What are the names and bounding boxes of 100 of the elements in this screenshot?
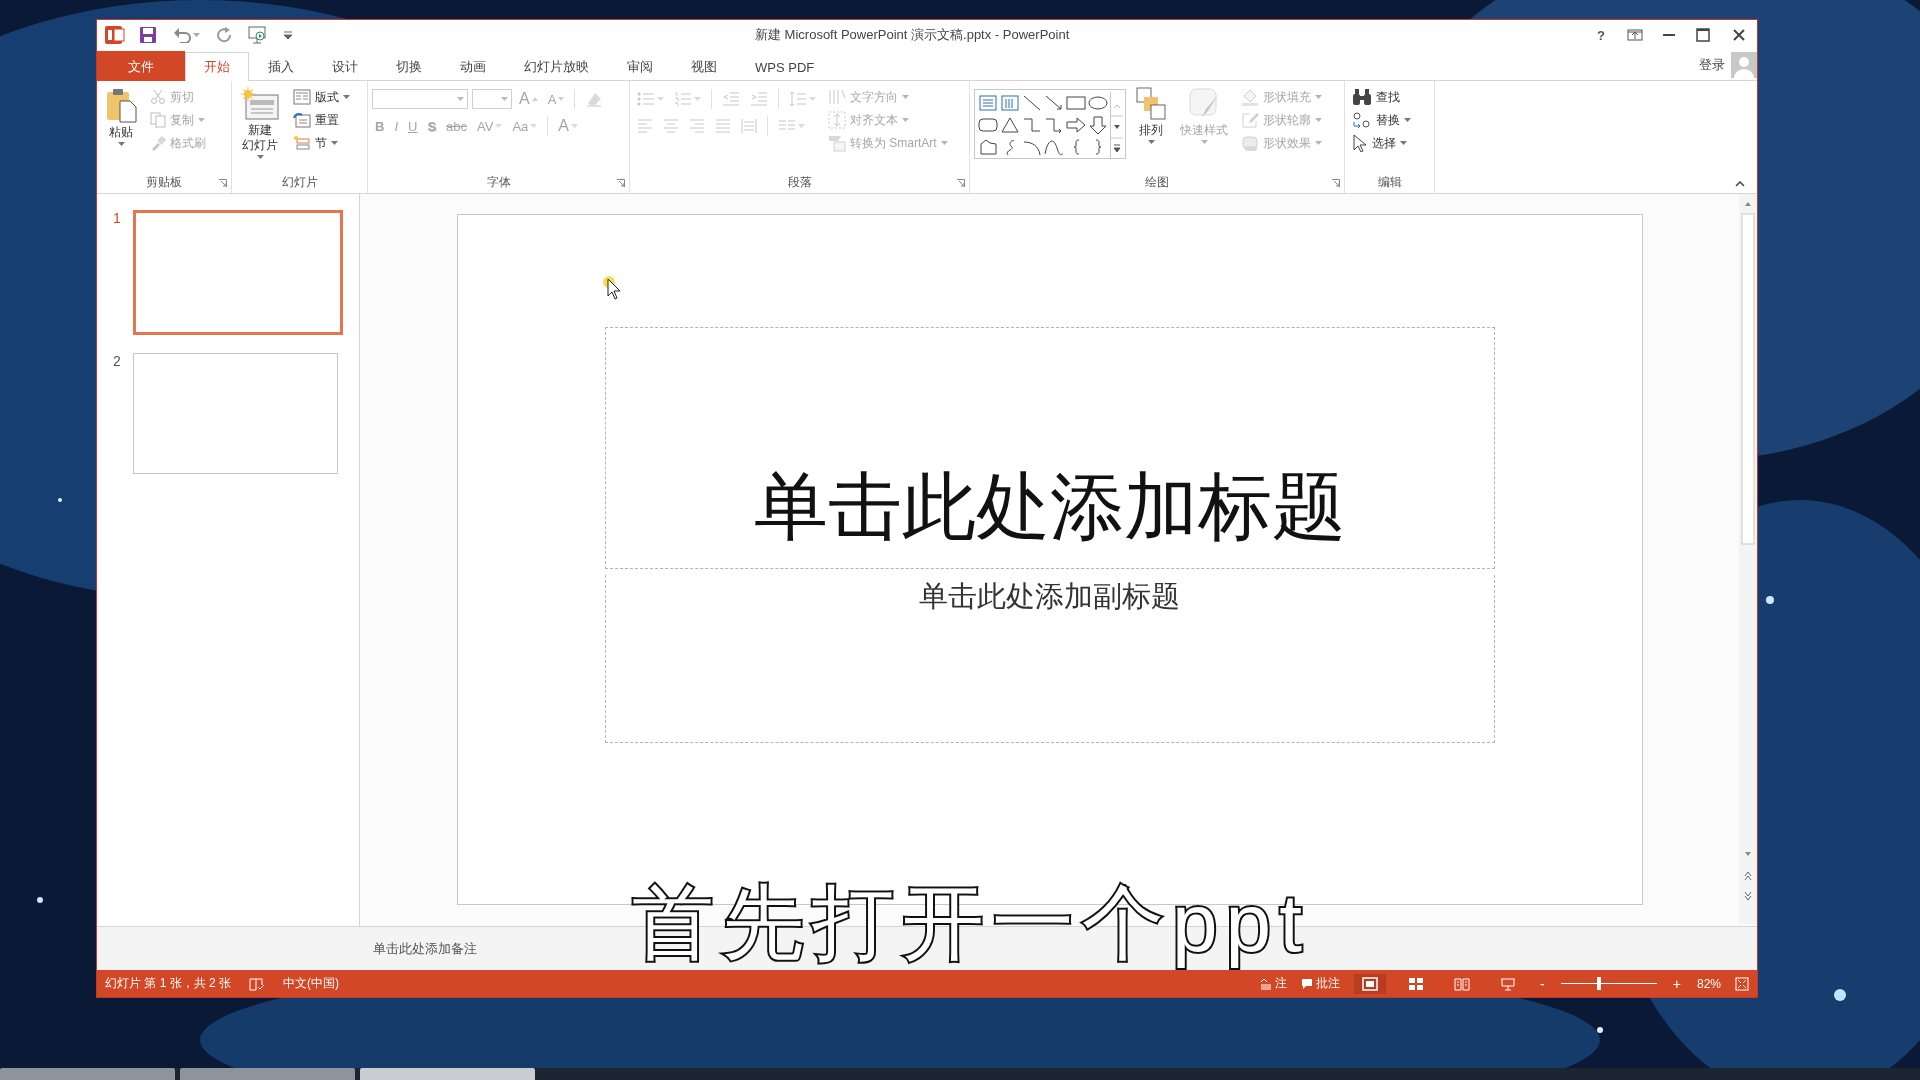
ribbon-tab[interactable]: 插入 <box>249 52 313 81</box>
ribbon-tab[interactable]: 设计 <box>313 52 377 81</box>
zoom-in-button[interactable]: + <box>1670 975 1683 992</box>
ribbon-tab[interactable]: 动画 <box>441 52 505 81</box>
columns-icon <box>778 119 796 133</box>
oval-icon <box>1088 94 1108 112</box>
comment-icon <box>1301 977 1314 990</box>
freeform-icon <box>978 138 998 156</box>
rectangle-icon <box>1066 94 1086 112</box>
shape-effects-icon <box>1241 134 1259 152</box>
caret-icon <box>1400 141 1407 145</box>
ribbon-button[interactable]: 节 <box>290 133 353 153</box>
caret-icon <box>198 118 205 122</box>
ribbon-button[interactable]: 版式 <box>290 87 353 107</box>
down-arrow-icon <box>1088 116 1108 134</box>
caret-icon <box>1315 141 1322 145</box>
ribbon-button[interactable]: 选择 <box>1349 133 1414 153</box>
video-caption: 首先打开一个ppt <box>630 876 1311 972</box>
caret-icon <box>331 141 338 145</box>
shape-gallery[interactable] <box>974 89 1126 159</box>
align-right-icon <box>689 119 705 133</box>
caret-icon <box>902 118 909 122</box>
save-button[interactable] <box>137 24 159 46</box>
title-placeholder[interactable]: 单击此处添加标题 <box>604 327 1495 569</box>
customize-button[interactable] <box>282 29 294 41</box>
subtitle-placeholder[interactable]: 单击此处添加副标题 <box>604 575 1495 743</box>
ribbon-button[interactable]: 重置 <box>290 110 353 130</box>
caret-icon <box>798 124 805 128</box>
rounded-rectangle-icon <box>978 116 998 134</box>
eraser-icon <box>585 90 604 108</box>
ribbon-tab[interactable]: 切换 <box>377 52 441 81</box>
ribbon-button[interactable]: 粘贴 <box>101 85 141 171</box>
comments-button[interactable]: 批注 <box>1301 975 1341 992</box>
redo-button[interactable] <box>214 25 234 45</box>
align-text-icon <box>828 111 846 129</box>
notes-button[interactable]: 注 <box>1260 975 1288 992</box>
sign-in-link[interactable]: 登录 <box>1699 56 1725 74</box>
ribbon-button[interactable]: 替换 <box>1349 110 1414 130</box>
caret-icon <box>457 97 464 101</box>
ribbon-button[interactable]: 新建 幻灯片 <box>236 85 284 171</box>
left-brace-icon <box>1072 139 1080 155</box>
presentation-icon <box>1500 976 1517 991</box>
format-brush-icon <box>150 135 166 151</box>
slide-number: 1 <box>113 210 122 226</box>
caret-icon <box>193 33 200 37</box>
arc-icon <box>1022 138 1042 156</box>
notes-icon <box>1260 977 1273 990</box>
title-text: 单击此处添加标题 <box>753 465 1346 550</box>
monitor-icon <box>248 26 268 44</box>
ribbon-tab[interactable]: 幻灯片放映 <box>505 52 608 81</box>
arrow-icon <box>1044 94 1064 112</box>
ribbon-display-icon <box>1627 27 1643 43</box>
caret-icon <box>1200 140 1208 144</box>
dialog-launcher-icon[interactable] <box>617 179 625 187</box>
group-label: 编辑 <box>1377 173 1402 191</box>
group-label: 剪贴板 <box>146 173 182 191</box>
curve-icon <box>1044 138 1064 156</box>
section-icon <box>293 135 311 151</box>
clipboard-icon <box>105 87 137 123</box>
dialog-launcher-icon[interactable] <box>1332 179 1340 187</box>
slide-thumbnail[interactable] <box>133 210 343 335</box>
elbow-arrow-icon <box>1044 116 1064 134</box>
caret-icon <box>940 141 948 145</box>
increase-indent-icon <box>750 92 768 106</box>
slide-info: 幻灯片 第 1 张，共 2 张 <box>105 975 232 992</box>
ribbon-tab[interactable]: 审阅 <box>608 52 672 81</box>
group-label: 绘图 <box>1145 173 1169 191</box>
save-icon <box>139 26 157 44</box>
group-label: 字体 <box>486 173 511 191</box>
zoom-slider-thumb[interactable] <box>1597 977 1602 990</box>
zoom-percent[interactable]: 82% <box>1696 976 1721 991</box>
right-arrow-icon <box>1066 116 1086 134</box>
down-caret-icon <box>558 97 565 101</box>
caret-icon <box>530 124 538 128</box>
view-button[interactable] <box>1354 973 1387 994</box>
caret-icon <box>1315 95 1322 99</box>
slide-thumbnail[interactable] <box>133 353 338 474</box>
zoom-out-button[interactable]: - <box>1538 975 1547 992</box>
caret-icon <box>343 95 350 99</box>
ribbon-tab[interactable]: 开始 <box>185 52 249 81</box>
close-icon <box>1731 27 1747 43</box>
ribbon-button[interactable]: 查找 <box>1349 87 1414 107</box>
caret-icon <box>694 97 701 101</box>
ribbon-button[interactable]: 排列 <box>1132 85 1170 171</box>
caret-icon <box>809 97 816 101</box>
maximize-button[interactable] <box>1693 25 1713 45</box>
file-tab[interactable]: 文件 <box>97 51 185 81</box>
notes-placeholder[interactable]: 单击此处添加备注 <box>373 939 477 958</box>
minimize-button[interactable] <box>1661 32 1677 38</box>
maximize-icon <box>1695 27 1711 43</box>
help-button[interactable]: ? <box>1593 25 1609 45</box>
dialog-launcher-icon[interactable] <box>957 179 965 187</box>
ribbon-tab[interactable]: 视图 <box>672 52 736 81</box>
caret-icon <box>657 97 664 101</box>
spelling-icon <box>249 976 266 991</box>
collapse-ribbon-icon[interactable] <box>1735 181 1745 187</box>
dialog-launcher-icon[interactable] <box>219 179 227 187</box>
ribbon-tab[interactable]: WPS PDF <box>736 52 834 81</box>
app-logo-icon <box>105 25 125 45</box>
caret-icon <box>1147 140 1155 144</box>
